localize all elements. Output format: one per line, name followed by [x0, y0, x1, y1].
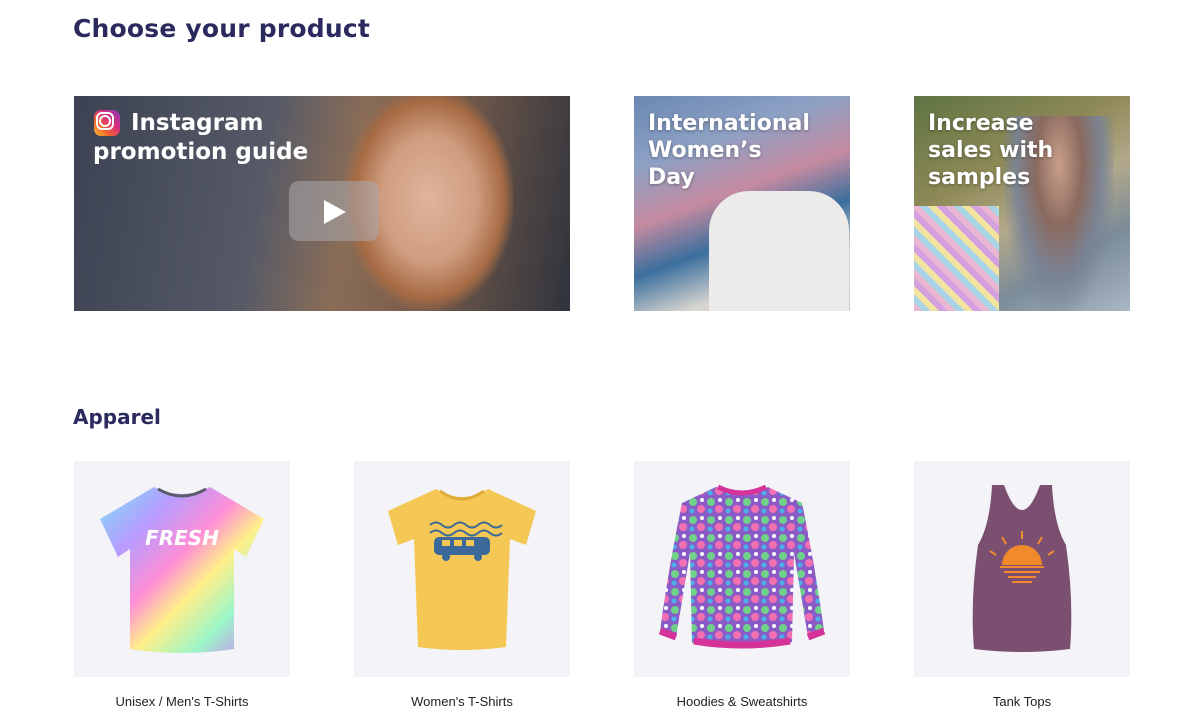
- instagram-promo-video-card[interactable]: Instagram promotion guide: [74, 96, 570, 311]
- tshirt-icon: FRESH: [100, 487, 264, 653]
- product-label: Hoodies & Sweatshirts: [676, 694, 808, 709]
- product-label: Unisex / Men's T-Shirts: [115, 694, 249, 709]
- sweatshirt-icon: [658, 484, 826, 649]
- instagram-icon: [94, 110, 120, 136]
- promo-photo-backpack: [914, 206, 999, 311]
- apparel-section-title: Apparel: [73, 405, 161, 429]
- video-title-line-1: Instagram: [131, 110, 264, 136]
- product-card-tank-tops[interactable]: Tank Tops: [914, 461, 1130, 709]
- product-card-unisex-tshirts[interactable]: FRESH Unisex / Men's T-Shirts: [74, 461, 290, 709]
- tshirt-print-text: FRESH: [145, 526, 219, 550]
- video-title-line-2: promotion guide: [93, 139, 309, 165]
- page-title: Choose your product: [73, 14, 371, 43]
- product-image-sweatshirt: [634, 461, 850, 677]
- samples-promo-title: Increase sales with samples: [928, 111, 1054, 190]
- product-card-hoodies-sweatshirts[interactable]: Hoodies & Sweatshirts: [634, 461, 850, 709]
- play-icon: [324, 200, 346, 224]
- product-image-womens-tshirt: [354, 461, 570, 677]
- womens-day-promo-card[interactable]: International Women’s Day: [634, 96, 850, 311]
- promo-photo-shirt: [709, 191, 849, 311]
- product-image-tank-top: [914, 461, 1130, 677]
- product-label: Women's T-Shirts: [411, 694, 513, 709]
- video-title: Instagram promotion guide: [93, 110, 309, 166]
- womens-day-promo-title: International Women’s Day: [648, 111, 810, 190]
- product-label: Tank Tops: [992, 694, 1052, 709]
- womens-tshirt-icon: [388, 489, 536, 650]
- tank-top-icon: [972, 485, 1072, 652]
- product-image-unisex-tshirt: FRESH: [74, 461, 290, 677]
- samples-promo-card[interactable]: Increase sales with samples: [914, 96, 1130, 311]
- product-card-womens-tshirts[interactable]: Women's T-Shirts: [354, 461, 570, 709]
- play-button[interactable]: [289, 181, 379, 241]
